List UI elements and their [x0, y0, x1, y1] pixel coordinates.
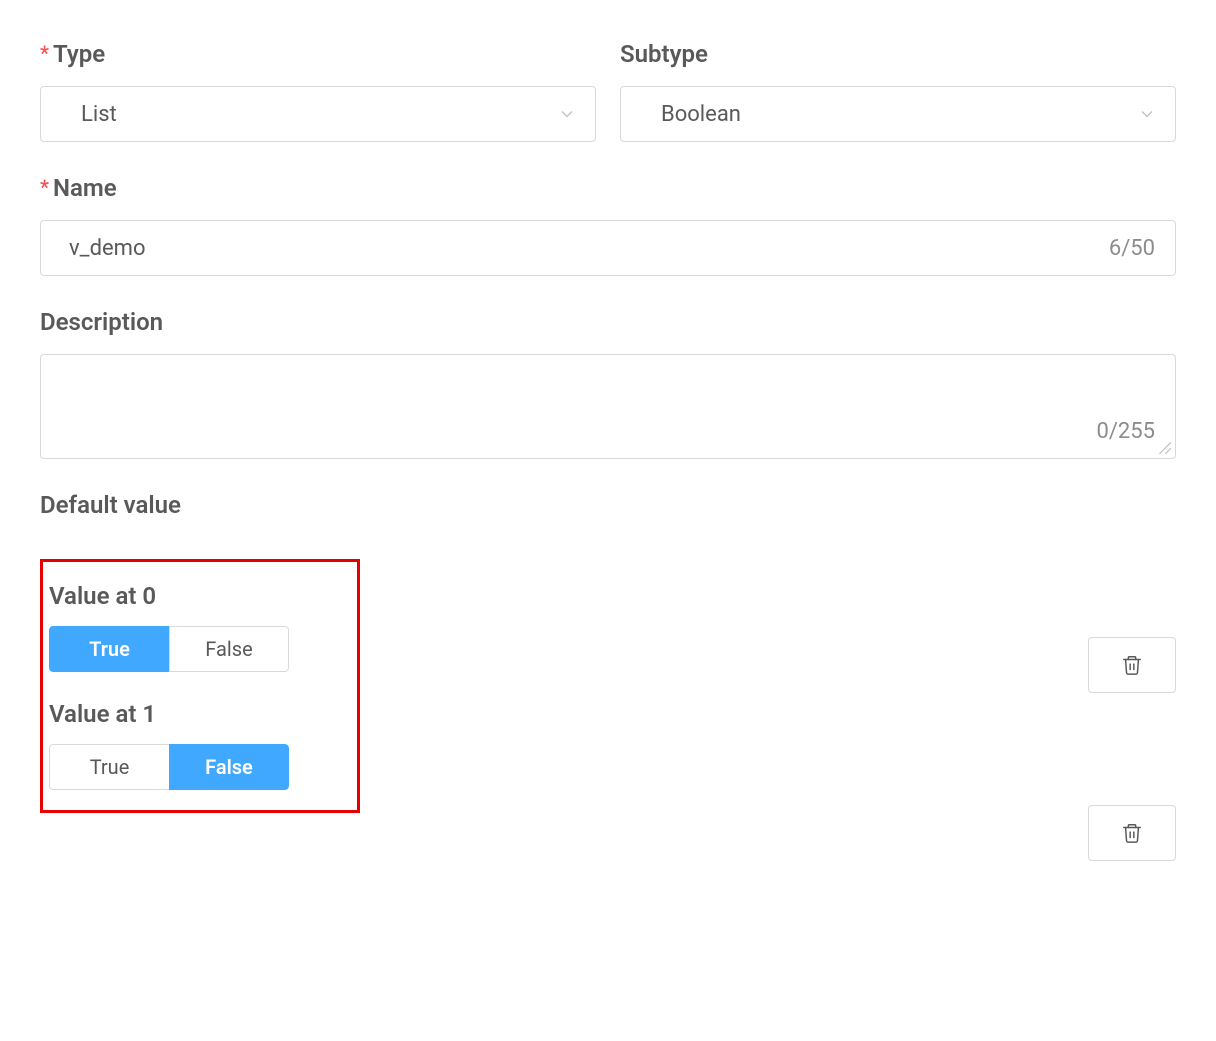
description-char-count: 0/255 — [1096, 419, 1155, 444]
label-name: * Name — [40, 174, 1176, 202]
resize-handle-icon[interactable] — [1157, 440, 1171, 454]
field-type: * Type List — [40, 40, 596, 142]
toggle-group-1: True False — [49, 744, 289, 790]
row-type-subtype: * Type List Subtype Boolean — [40, 40, 1176, 142]
toggle-false-1[interactable]: False — [169, 744, 289, 790]
delete-value-1-button[interactable] — [1088, 805, 1176, 861]
values-container: Value at 0 True False Value at 1 True Fa… — [40, 559, 1176, 813]
select-type[interactable]: List — [40, 86, 596, 142]
label-description: Description — [40, 308, 1176, 336]
toggle-group-0: True False — [49, 626, 289, 672]
label-value-0: Value at 0 — [49, 582, 337, 610]
trash-icon — [1121, 822, 1143, 844]
select-subtype[interactable]: Boolean — [620, 86, 1176, 142]
name-input[interactable] — [69, 236, 1109, 261]
input-wrap-name: 6/50 — [40, 220, 1176, 276]
required-marker: * — [40, 43, 49, 63]
label-subtype: Subtype — [620, 40, 1176, 68]
toggle-true-0[interactable]: True — [49, 626, 169, 672]
value-block-1: Value at 1 True False — [49, 700, 337, 790]
label-value-1: Value at 1 — [49, 700, 337, 728]
select-type-value: List — [81, 102, 117, 127]
label-subtype-text: Subtype — [620, 40, 708, 68]
label-type: * Type — [40, 40, 596, 68]
chevron-down-icon — [1137, 104, 1157, 124]
required-marker: * — [40, 177, 49, 197]
field-name: * Name 6/50 — [40, 174, 1176, 276]
name-char-count: 6/50 — [1109, 236, 1155, 261]
label-description-text: Description — [40, 308, 163, 336]
textarea-wrap-description: 0/255 — [40, 354, 1176, 459]
toggle-false-0[interactable]: False — [169, 626, 289, 672]
description-input[interactable] — [61, 369, 1155, 419]
toggle-true-1[interactable]: True — [49, 744, 169, 790]
field-description: Description 0/255 — [40, 308, 1176, 459]
select-subtype-value: Boolean — [661, 102, 741, 127]
delete-value-0-button[interactable] — [1088, 637, 1176, 693]
row-name: * Name 6/50 — [40, 174, 1176, 276]
form-container: * Type List Subtype Boolean — [40, 40, 1176, 813]
section-title-default-value: Default value — [40, 491, 1176, 519]
label-type-text: Type — [53, 40, 105, 68]
chevron-down-icon — [557, 104, 577, 124]
row-description: Description 0/255 — [40, 308, 1176, 459]
label-name-text: Name — [53, 174, 117, 202]
trash-icon — [1121, 654, 1143, 676]
field-subtype: Subtype Boolean — [620, 40, 1176, 142]
value-block-0: Value at 0 True False — [49, 582, 337, 672]
highlight-box: Value at 0 True False Value at 1 True Fa… — [40, 559, 360, 813]
